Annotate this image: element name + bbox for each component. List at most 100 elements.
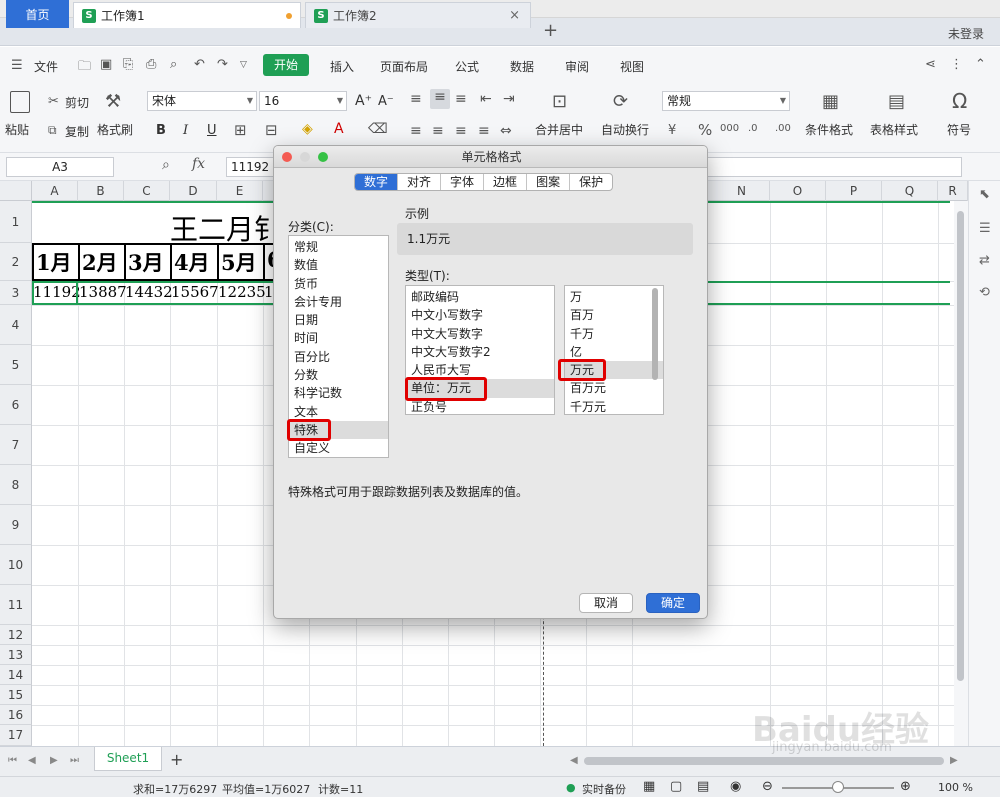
increase-font-icon[interactable]: A⁺ (355, 93, 372, 109)
format-painter-button[interactable]: 格式刷 (97, 121, 133, 138)
share-icon[interactable]: ⋖ (925, 57, 936, 72)
row-header-15[interactable]: 15 (0, 685, 32, 705)
eraser-icon[interactable]: ⌫ (368, 121, 388, 137)
chevron-down-icon[interactable]: ▽ (240, 60, 247, 70)
tab-border[interactable]: 边框 (484, 174, 528, 190)
menu-review[interactable]: 审阅 (565, 58, 589, 75)
row-header-7[interactable]: 7 (0, 425, 32, 465)
close-icon[interactable]: × (509, 8, 520, 23)
page-break-view-icon[interactable]: ▤ (697, 779, 709, 794)
last-sheet-icon[interactable]: ⏭ (70, 755, 79, 766)
settings-sliders-icon[interactable]: ☰ (979, 221, 991, 236)
select-all-corner[interactable] (0, 181, 32, 201)
print-icon[interactable]: ⎙ (146, 57, 156, 72)
underline-button[interactable]: U (207, 123, 217, 138)
row-header-13[interactable]: 13 (0, 645, 32, 665)
dialog-close-button[interactable] (282, 152, 292, 162)
category-item[interactable]: 时间 (289, 329, 388, 347)
fill-color-icon[interactable]: ◈ (302, 121, 313, 137)
italic-button[interactable]: I (183, 123, 188, 138)
row-header-4[interactable]: 4 (0, 305, 32, 345)
new-tab-button[interactable]: + (543, 20, 558, 41)
horizontal-scroll-thumb[interactable] (584, 757, 944, 765)
zoom-slider-handle[interactable] (832, 781, 844, 793)
type-item[interactable]: 中文小写数字 (406, 306, 554, 324)
add-sheet-button[interactable]: + (170, 750, 183, 769)
category-item[interactable]: 百分比 (289, 348, 388, 366)
menu-view[interactable]: 视图 (620, 58, 644, 75)
column-header-N[interactable]: N (714, 181, 770, 201)
menu-icon[interactable]: ☰ (11, 58, 23, 73)
dialog-zoom-button[interactable] (318, 152, 328, 162)
conditional-format-button[interactable]: 条件格式 (805, 121, 853, 138)
category-item-selected[interactable]: 特殊 (289, 420, 388, 440)
symbol-button[interactable]: 符号 (947, 121, 971, 138)
category-list[interactable]: 常规 数值 货币 会计专用 日期 时间 百分比 分数 科学记数 文本 特殊 自定… (288, 235, 389, 458)
realtime-backup-button[interactable]: 实时备份 (582, 781, 626, 797)
row-header-17[interactable]: 17 (0, 725, 32, 746)
zoom-level[interactable]: 100 % (938, 781, 973, 794)
zoom-icon[interactable]: ⌕ (162, 157, 170, 173)
align-top-icon[interactable]: ≡ (410, 91, 422, 107)
category-item[interactable]: 常规 (289, 238, 388, 256)
unit-list-scrollbar[interactable] (652, 288, 658, 380)
unit-item[interactable]: 百万 (565, 306, 663, 324)
category-item[interactable]: 数值 (289, 256, 388, 274)
type-item[interactable]: 中文大写数字2 (406, 343, 554, 361)
thousands-icon[interactable]: 000 (720, 123, 739, 134)
save-icon[interactable]: ▣ (100, 57, 112, 72)
row-header-11[interactable]: 11 (0, 585, 32, 625)
prev-sheet-icon[interactable]: ◀ (28, 755, 36, 766)
font-size-select[interactable]: 16 ▼ (259, 91, 347, 111)
export-icon[interactable]: ⎘ (123, 57, 133, 72)
column-header-D[interactable]: D (170, 181, 217, 201)
active-cell-a3[interactable] (32, 281, 78, 305)
row-header-10[interactable]: 10 (0, 545, 32, 585)
row-header-1[interactable]: 1 (0, 201, 32, 243)
row-header-3[interactable]: 3 (0, 281, 32, 305)
wrap-text-button[interactable]: 自动换行 (601, 121, 649, 138)
name-box[interactable]: A3 (6, 157, 114, 177)
row-header-2[interactable]: 2 (0, 243, 32, 281)
transfer-icon[interactable]: ⇄ (979, 253, 990, 268)
align-center-icon[interactable]: ≡ (432, 123, 444, 139)
merge-center-button[interactable]: 合并居中 (535, 121, 583, 138)
cursor-icon[interactable]: ⬉ (979, 187, 990, 202)
open-folder-icon[interactable]: 🗀 (78, 57, 91, 79)
unit-item[interactable]: 千万元 (565, 398, 663, 414)
tab-font[interactable]: 字体 (441, 174, 485, 190)
collapse-ribbon-icon[interactable]: ⌃ (975, 57, 986, 72)
column-header-R[interactable]: R (938, 181, 968, 201)
category-item[interactable]: 科学记数 (289, 384, 388, 402)
more-icon[interactable]: ⋮ (950, 57, 963, 72)
function-icon[interactable]: fx (192, 156, 205, 172)
unit-item[interactable]: 万 (565, 288, 663, 306)
column-header-P[interactable]: P (826, 181, 882, 201)
category-item[interactable]: 分数 (289, 366, 388, 384)
tab-protection[interactable]: 保护 (570, 174, 612, 190)
tab-alignment[interactable]: 对齐 (398, 174, 442, 190)
border-icon[interactable]: ⊞ (234, 121, 247, 139)
table-style-button[interactable]: 表格样式 (870, 121, 918, 138)
font-color-icon[interactable]: A (334, 121, 344, 137)
decrease-decimal-icon[interactable]: .00 (775, 123, 791, 134)
column-header-E[interactable]: E (217, 181, 263, 201)
type-item[interactable]: 人民币大写 (406, 361, 554, 379)
copy-button[interactable]: 复制 (65, 123, 89, 140)
sheet-tab-sheet1[interactable]: Sheet1 (94, 747, 162, 771)
row-header-6[interactable]: 6 (0, 385, 32, 425)
distribute-icon[interactable]: ⇔ (500, 123, 512, 139)
align-left-icon[interactable]: ≡ (410, 123, 422, 139)
redo-icon[interactable]: ↷ (217, 57, 228, 72)
font-name-select[interactable]: 宋体 ▼ (147, 91, 257, 111)
column-header-C[interactable]: C (124, 181, 170, 201)
undo-icon[interactable]: ↶ (194, 57, 205, 72)
unit-item[interactable]: 千万 (565, 325, 663, 343)
zoom-out-icon[interactable]: ⊖ (762, 779, 773, 794)
column-header-O[interactable]: O (770, 181, 826, 201)
align-bottom-icon[interactable]: ≡ (455, 91, 467, 107)
first-sheet-icon[interactable]: ⏮ (8, 755, 17, 766)
row-header-12[interactable]: 12 (0, 625, 32, 645)
category-item[interactable]: 会计专用 (289, 293, 388, 311)
login-status[interactable]: 未登录 (948, 25, 984, 42)
